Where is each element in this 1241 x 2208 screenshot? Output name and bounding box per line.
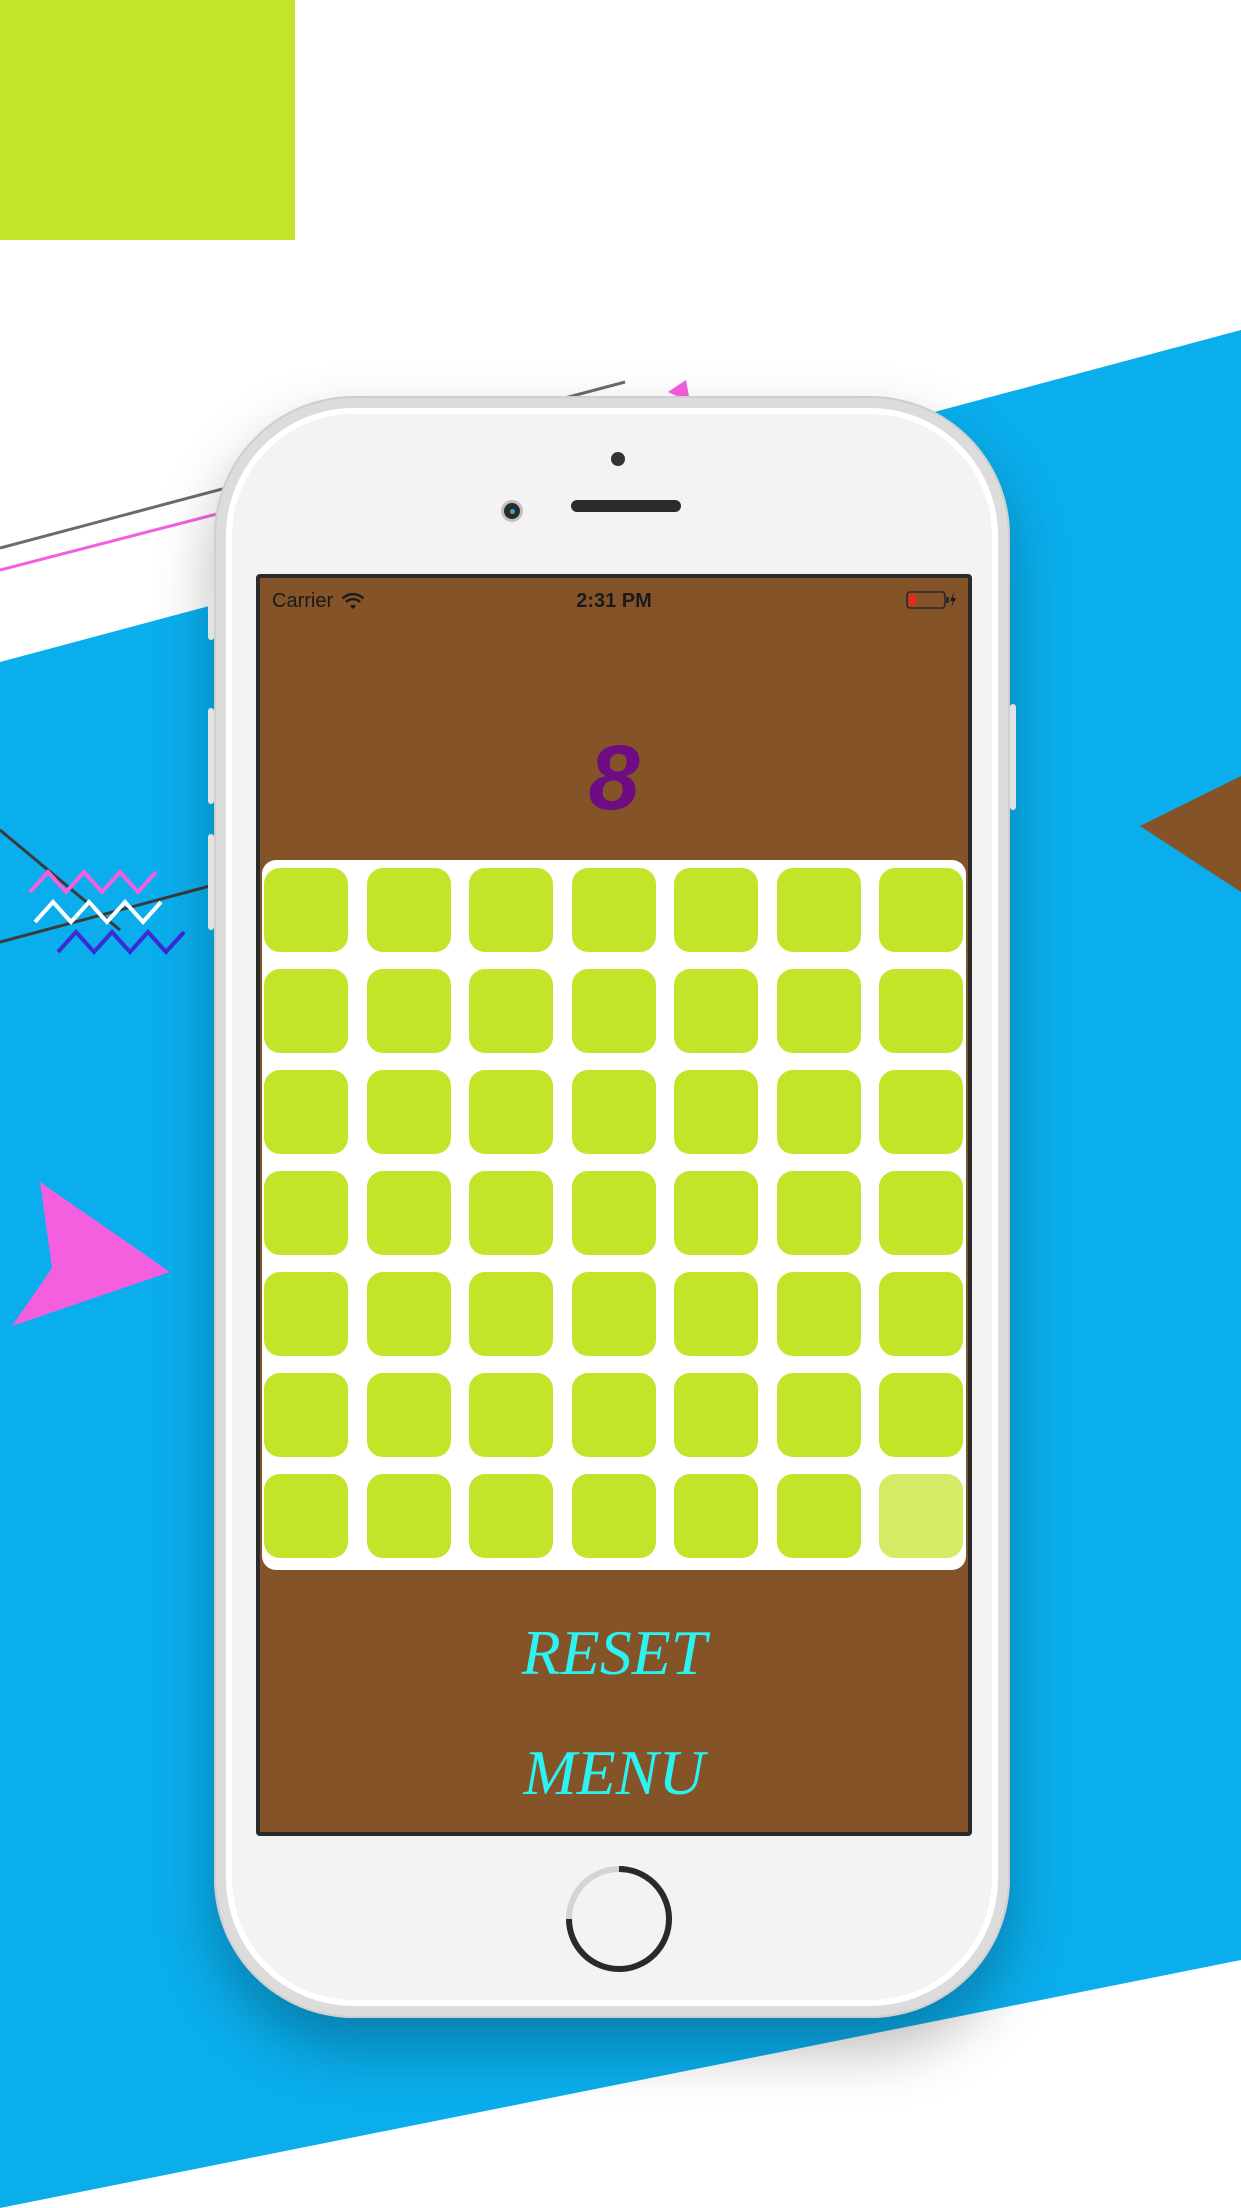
grid-tile[interactable] [264,1070,348,1154]
status-bar: Carrier 2:31 PM [260,578,968,622]
grid-tile[interactable] [674,1373,758,1457]
grid-tile[interactable] [776,868,861,952]
side-button-volume-down [208,834,214,930]
grid-tile[interactable] [264,1272,348,1356]
grid-tile[interactable] [571,1272,656,1356]
grid-tile[interactable] [879,868,963,952]
side-button-volume-up [208,708,214,804]
grid-tile[interactable] [776,1474,861,1558]
grid-tile[interactable] [571,1171,656,1255]
grid-tile[interactable] [264,1474,348,1558]
grid-tile[interactable] [469,868,553,952]
grid-tile[interactable] [469,1070,553,1154]
grid-tile[interactable] [571,1070,656,1154]
side-button-mute [208,590,214,640]
score-display: 8 [588,727,640,829]
grid-tile[interactable] [571,868,656,952]
side-button-power [1010,704,1016,810]
grid-tile[interactable] [469,1474,553,1558]
grid-tile[interactable] [469,969,553,1053]
grid-tile[interactable] [674,868,758,952]
grid-tile[interactable] [571,1474,656,1558]
grid-tile[interactable] [366,1474,451,1558]
grid-tile[interactable] [674,1272,758,1356]
grid-tile[interactable] [879,969,963,1053]
grid-tile[interactable] [366,1070,451,1154]
grid-tile[interactable] [264,1373,348,1457]
grid-tile[interactable] [879,1272,963,1356]
grid-tile[interactable] [879,1373,963,1457]
grid-tile[interactable] [264,868,348,952]
grid-tile[interactable] [776,1070,861,1154]
grid-tile[interactable] [776,1272,861,1356]
grid-tile[interactable] [674,1474,758,1558]
lime-square [0,0,295,240]
front-camera-icon [501,500,523,522]
grid-tile[interactable] [776,1373,861,1457]
grid-tile[interactable] [469,1272,553,1356]
reset-button[interactable]: RESET [260,1616,968,1690]
proximity-sensor [611,452,625,466]
grid-tile[interactable] [879,1171,963,1255]
battery-icon [906,591,956,609]
grid-tile[interactable] [674,969,758,1053]
grid-tile[interactable] [571,1373,656,1457]
charging-icon [950,592,956,608]
grid-tile[interactable] [264,1171,348,1255]
grid-tile[interactable] [469,1171,553,1255]
game-board [262,860,966,1570]
home-button[interactable] [564,1864,674,1974]
grid-tile[interactable] [674,1171,758,1255]
grid-tile[interactable] [879,1474,963,1558]
grid-tile[interactable] [264,969,348,1053]
grid-tile[interactable] [366,1373,451,1457]
grid-tile[interactable] [366,868,451,952]
grid-tile[interactable] [776,1171,861,1255]
grid-tile[interactable] [776,969,861,1053]
app-screen: Carrier 2:31 PM 8 RESET MENU [256,574,972,1836]
grid-tile[interactable] [879,1070,963,1154]
grid-tile[interactable] [366,1171,451,1255]
grid-tile[interactable] [366,1272,451,1356]
earpiece-speaker [571,500,681,512]
menu-button[interactable]: MENU [260,1736,968,1810]
grid-tile[interactable] [366,969,451,1053]
grid-tile[interactable] [571,969,656,1053]
grid-tile[interactable] [674,1070,758,1154]
status-time: 2:31 PM [576,590,652,612]
grid-tile[interactable] [469,1373,553,1457]
